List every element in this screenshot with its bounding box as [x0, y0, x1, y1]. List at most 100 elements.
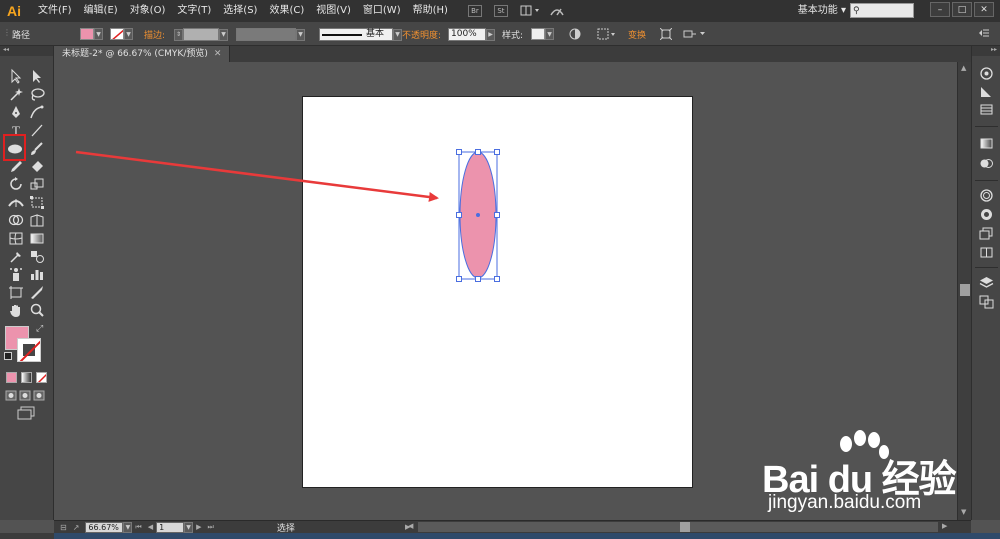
- selection-icon[interactable]: [7, 68, 25, 85]
- restore-button[interactable]: □: [952, 2, 972, 17]
- first-artboard-icon[interactable]: ⏮: [135, 523, 141, 532]
- gpu-performance-icon[interactable]: [548, 4, 566, 18]
- last-artboard-icon[interactable]: ⏭: [208, 523, 214, 532]
- zoom-dropdown-icon[interactable]: ▼: [123, 521, 133, 533]
- menu-edit[interactable]: 编辑(E): [78, 0, 124, 22]
- swatches-panel-icon[interactable]: [978, 102, 995, 117]
- scroll-up-icon[interactable]: ▲: [961, 64, 966, 72]
- opacity-field[interactable]: 100%: [448, 28, 486, 41]
- hand-icon[interactable]: [7, 302, 25, 319]
- stroke-weight-field[interactable]: [183, 28, 219, 41]
- line-segment-icon[interactable]: [28, 122, 46, 139]
- transparency-panel-icon[interactable]: [978, 156, 995, 171]
- menu-effect[interactable]: 效果(C): [263, 0, 310, 22]
- control-panel-options-icon[interactable]: [683, 28, 707, 40]
- menu-view[interactable]: 视图(V): [310, 0, 357, 22]
- column-graph-icon[interactable]: [28, 266, 46, 283]
- opacity-label[interactable]: 不透明度:: [402, 28, 441, 41]
- zoom-icon[interactable]: [28, 302, 46, 319]
- scroll-right-icon[interactable]: ▶: [942, 522, 947, 530]
- artboard-icon[interactable]: [7, 284, 25, 301]
- horizontal-scroll-thumb[interactable]: [680, 522, 690, 532]
- tools-collapse-icon[interactable]: ◂◂: [0, 46, 53, 56]
- close-button[interactable]: ✕: [974, 2, 994, 17]
- default-fill-stroke-icon[interactable]: [4, 352, 12, 360]
- horizontal-scrollbar[interactable]: ◀ ▶: [408, 522, 947, 532]
- stroke-color-box[interactable]: [17, 338, 41, 362]
- pathfinder-panel-icon[interactable]: [978, 294, 995, 309]
- color-panel-icon[interactable]: [978, 66, 995, 81]
- perspective-grid-icon[interactable]: [28, 212, 46, 229]
- document-tab[interactable]: 未标题-2* @ 66.67% (CMYK/预览) ✕: [54, 46, 231, 62]
- gradient-mode-swatch[interactable]: [21, 372, 32, 383]
- menu-help[interactable]: 帮助(H): [407, 0, 454, 22]
- brush-dropdown-icon[interactable]: ▼: [393, 28, 402, 41]
- artboards-panel-icon[interactable]: [978, 245, 995, 260]
- rotate-icon[interactable]: [7, 176, 25, 193]
- arrange-documents-icon[interactable]: [520, 5, 542, 17]
- fill-dropdown-icon[interactable]: ▼: [94, 28, 103, 40]
- swap-fill-stroke-icon[interactable]: ⤢: [36, 324, 43, 334]
- opacity-dropdown-icon[interactable]: ▶: [486, 28, 495, 41]
- curvature-icon[interactable]: [28, 104, 46, 121]
- symbol-sprayer-icon[interactable]: [7, 266, 25, 283]
- brush-definition-field[interactable]: 基本: [319, 28, 393, 41]
- stroke-weight-dropdown-icon[interactable]: ▼: [219, 28, 228, 41]
- color-guide-icon[interactable]: [978, 84, 995, 99]
- artboard-dropdown-icon[interactable]: ▼: [184, 521, 194, 533]
- menu-object[interactable]: 对象(O): [124, 0, 172, 22]
- slice-icon[interactable]: [28, 284, 46, 301]
- scroll-left-icon[interactable]: ◀: [408, 522, 413, 530]
- panel-menu-icon[interactable]: [978, 28, 990, 38]
- eyedropper-icon[interactable]: [7, 248, 25, 265]
- dock-expand-icon[interactable]: ▸▸: [972, 46, 1000, 56]
- stroke-label[interactable]: 描边:: [144, 28, 165, 41]
- recolor-artwork-icon[interactable]: [569, 28, 581, 40]
- bridge-icon[interactable]: Br: [467, 5, 482, 17]
- share-icon[interactable]: ↗: [73, 523, 80, 532]
- scroll-down-icon[interactable]: ▼: [961, 508, 966, 516]
- menu-type[interactable]: 文字(T): [171, 0, 217, 22]
- appearance-panel-icon[interactable]: [978, 188, 995, 203]
- profile-dropdown-icon[interactable]: ▼: [296, 28, 305, 41]
- previous-artboard-icon[interactable]: ◀: [148, 523, 153, 531]
- stroke-dropdown-icon[interactable]: ▼: [124, 28, 133, 40]
- free-transform-icon[interactable]: [28, 194, 46, 211]
- pen-icon[interactable]: [7, 104, 25, 121]
- shape-builder-icon[interactable]: [7, 212, 25, 229]
- layers-panel-icon[interactable]: [978, 275, 995, 290]
- screen-mode-icon[interactable]: [16, 406, 36, 420]
- mesh-icon[interactable]: [7, 230, 25, 247]
- ellipse-icon[interactable]: [6, 140, 24, 157]
- magic-wand-icon[interactable]: [7, 86, 25, 103]
- artboard-number-field[interactable]: 1: [156, 521, 185, 533]
- align-options-icon[interactable]: [597, 28, 617, 40]
- gradient-icon[interactable]: [28, 230, 46, 247]
- variable-width-profile[interactable]: [236, 28, 296, 41]
- lasso-icon[interactable]: [28, 86, 46, 103]
- scale-icon[interactable]: [28, 176, 46, 193]
- eraser-icon[interactable]: [28, 158, 46, 175]
- none-mode-swatch[interactable]: [36, 372, 47, 383]
- stock-icon[interactable]: St: [493, 5, 508, 17]
- direct-selection-icon[interactable]: [28, 68, 46, 85]
- graphic-style-dropdown-icon[interactable]: ▼: [545, 28, 554, 40]
- blend-icon[interactable]: [28, 248, 46, 265]
- workspace-switcher[interactable]: 基本功能 ▾: [798, 3, 846, 19]
- search-field[interactable]: ⚲: [850, 3, 914, 18]
- pencil-icon[interactable]: [7, 158, 25, 175]
- layers-export-icon[interactable]: [978, 226, 995, 241]
- menu-window[interactable]: 窗口(W): [357, 0, 407, 22]
- isolate-object-icon[interactable]: [660, 28, 672, 40]
- graphic-style-swatch[interactable]: [531, 28, 545, 40]
- transform-link[interactable]: 变换: [628, 28, 646, 41]
- stroke-weight-stepper[interactable]: ⇕: [174, 28, 183, 41]
- menu-file[interactable]: 文件(F): [32, 0, 78, 22]
- color-mode-swatch[interactable]: [6, 372, 17, 383]
- fill-swatch[interactable]: [80, 28, 94, 40]
- paintbrush-icon[interactable]: [28, 140, 46, 157]
- gradient-panel-icon[interactable]: [978, 136, 995, 151]
- zoom-field[interactable]: 66.67%: [85, 521, 124, 533]
- stroke-swatch[interactable]: [110, 28, 124, 40]
- close-tab-icon[interactable]: ✕: [214, 49, 222, 59]
